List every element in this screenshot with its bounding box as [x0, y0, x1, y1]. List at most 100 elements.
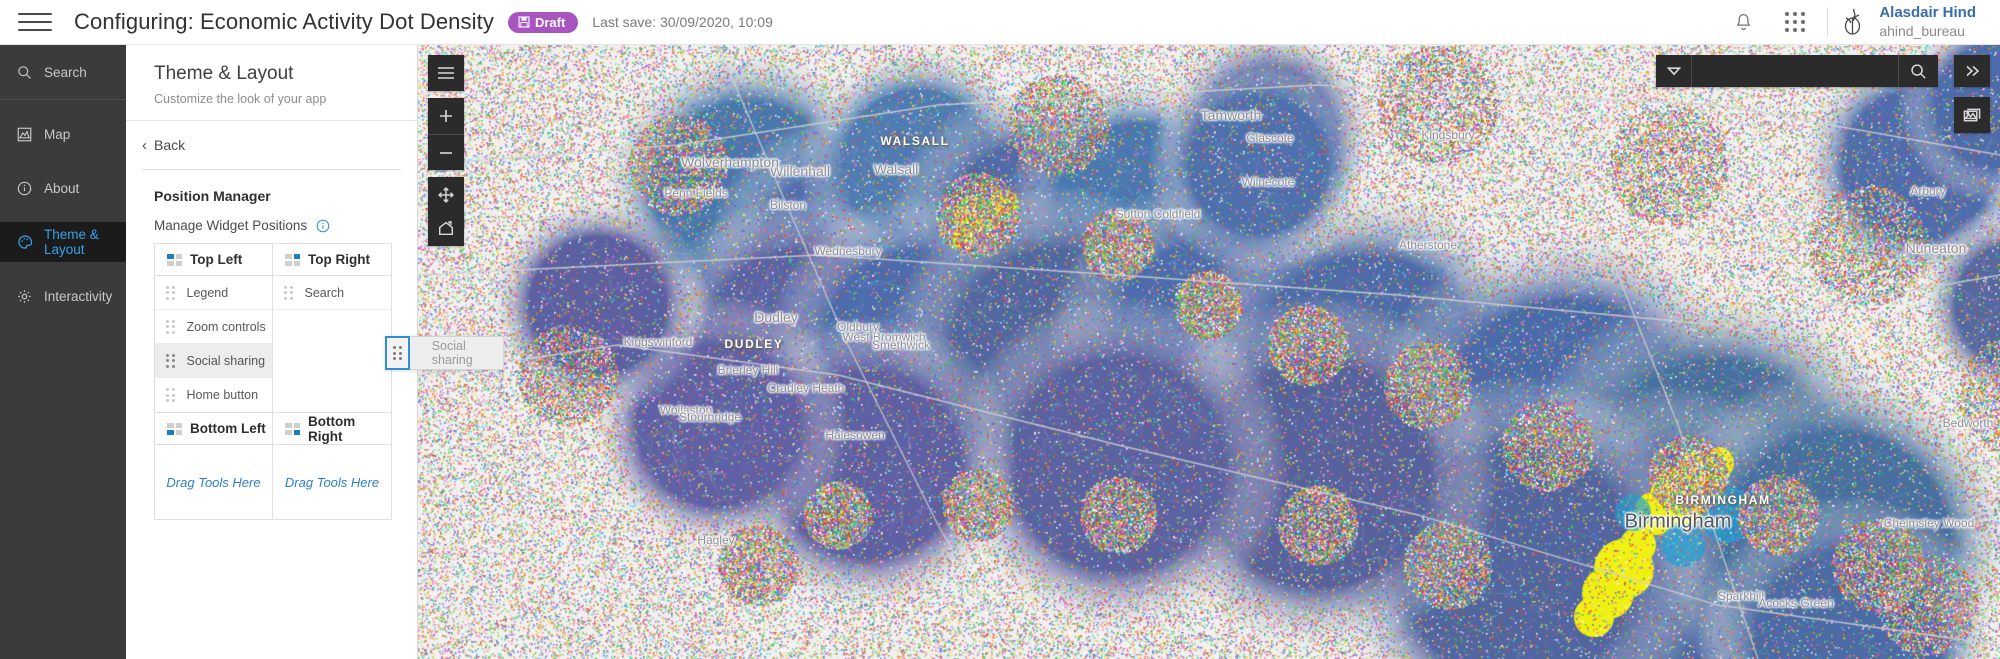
- widget-item-label: Social sharing: [186, 353, 266, 368]
- quadrant-header: Bottom Left: [155, 413, 272, 445]
- back-label: Back: [154, 137, 186, 153]
- search-icon[interactable]: [1898, 55, 1938, 87]
- save-disk-icon: [518, 16, 530, 28]
- back-button[interactable]: ‹ Back: [126, 121, 417, 169]
- drag-handle-active-icon[interactable]: [385, 336, 410, 370]
- sidebar-item-label: Map: [44, 126, 71, 142]
- info-icon: [16, 180, 33, 197]
- drop-zone-label: Drag Tools Here: [166, 474, 261, 490]
- sidebar-item-theme-layout[interactable]: Theme & Layout: [0, 222, 126, 262]
- quadrant-bottom-left: Bottom Left Drag Tools Here: [155, 413, 273, 519]
- sidebar-item-about[interactable]: About: [0, 168, 126, 208]
- quadrant-label: Top Right: [308, 252, 370, 267]
- app-root: Configuring: Economic Activity Dot Densi…: [0, 0, 2000, 659]
- left-nav: Search Map About Theme & Layout Interact…: [0, 45, 126, 659]
- position-manager-grid: Top Left Legend Zoom controls Social sha…: [154, 243, 392, 520]
- quadrant-header: Top Left: [155, 244, 272, 276]
- quadrant-top-left-icon: [167, 253, 182, 266]
- top-bar-right: Alasdair Hind ahind_bureau: [1717, 0, 2000, 44]
- quadrant-bottom-left-icon: [167, 422, 182, 435]
- quadrant-header: Top Right: [273, 244, 391, 276]
- position-manager-subtitle-row: Manage Widget Positions: [126, 204, 417, 243]
- panel-title: Theme & Layout: [154, 63, 294, 84]
- panel-header: Theme & Layout Customize the look of you…: [126, 45, 417, 120]
- map-icon: [16, 126, 33, 143]
- avatar[interactable]: Alasdair Hind ahind_bureau: [1834, 4, 2000, 40]
- bell-icon[interactable]: [1717, 0, 1769, 45]
- sidebar-item-interactivity[interactable]: Interactivity: [0, 276, 126, 316]
- toolbar-divider: [1827, 7, 1829, 37]
- widget-item-social-sharing[interactable]: Social sharing: [155, 344, 272, 378]
- position-manager-subtitle: Manage Widget Positions: [154, 218, 308, 233]
- search-icon: [16, 64, 33, 81]
- gear-icon: [16, 288, 33, 305]
- widget-item-home-button[interactable]: Home button: [155, 378, 272, 412]
- home-icon[interactable]: [428, 210, 464, 246]
- quadrant-drop-area[interactable]: [273, 310, 391, 412]
- widget-item-legend[interactable]: Legend: [155, 276, 272, 310]
- chevron-down-icon[interactable]: [1656, 55, 1692, 87]
- sidebar-item-label: Theme & Layout: [44, 227, 99, 257]
- widget-item-zoom-controls[interactable]: Zoom controls: [155, 310, 272, 344]
- grid-apps-icon[interactable]: [1769, 0, 1821, 45]
- drag-handle-icon[interactable]: [166, 319, 175, 334]
- bureau-logo-icon: [1845, 8, 1861, 35]
- user-handle: ahind_bureau: [1879, 22, 1965, 39]
- drag-handle-icon[interactable]: [166, 353, 175, 368]
- sidebar-item-label: Search: [44, 64, 87, 80]
- position-grid-bottom-row: Bottom Left Drag Tools Here Bottom Right: [155, 412, 391, 519]
- info-circle-icon[interactable]: [316, 219, 330, 233]
- widget-item-label: Zoom controls: [186, 319, 266, 334]
- drop-zone-bottom-right[interactable]: Drag Tools Here: [273, 445, 391, 519]
- user-name: Alasdair Hind: [1879, 3, 1976, 21]
- widget-item-label: Home button: [186, 388, 259, 402]
- dot-density-layer: [418, 45, 2000, 659]
- user-text: Alasdair Hind ahind_bureau: [1879, 4, 1976, 40]
- search-input[interactable]: [1692, 55, 1898, 87]
- widget-item-label: Legend: [186, 285, 229, 300]
- hamburger-icon[interactable]: [18, 11, 52, 33]
- legend-hamburger-icon[interactable]: [428, 55, 464, 91]
- widget-item-search[interactable]: Search: [273, 276, 391, 310]
- status-badge-label: Draft: [534, 14, 566, 30]
- drag-handle-icon[interactable]: [284, 285, 293, 300]
- drop-zone-bottom-left[interactable]: Drag Tools Here: [155, 445, 272, 519]
- quadrant-label: Bottom Left: [190, 421, 266, 436]
- panel-subtitle: Customize the look of your app: [154, 92, 327, 106]
- status-badge: Draft: [507, 11, 579, 33]
- zoom-in-button[interactable]: [428, 98, 464, 134]
- sidebar-item-search[interactable]: Search: [0, 53, 126, 91]
- zoom-out-button[interactable]: [428, 134, 464, 170]
- sidebar-item-label: Interactivity: [44, 288, 113, 304]
- grid-apps-dots: [1785, 12, 1806, 32]
- quadrant-top-right-icon: [285, 253, 300, 266]
- basemap-gallery-icon[interactable]: [1954, 97, 1990, 133]
- map-search-widget[interactable]: [1656, 55, 1938, 87]
- position-manager-title: Position Manager: [154, 188, 271, 204]
- top-bar: Configuring: Economic Activity Dot Densi…: [0, 0, 2000, 45]
- widget-item-label: Search: [304, 285, 345, 300]
- page-title: Configuring: Economic Activity Dot Densi…: [74, 9, 494, 34]
- drag-handle-icon[interactable]: [166, 285, 175, 300]
- quadrant-bottom-right: Bottom Right Drag Tools Here: [273, 413, 391, 519]
- config-panel: Theme & Layout Customize the look of you…: [126, 45, 504, 659]
- pan-arrows-icon[interactable]: [428, 177, 464, 213]
- chevron-double-right-icon[interactable]: [1954, 55, 1990, 87]
- last-save-text: Last save: 30/09/2020, 10:09: [592, 14, 773, 30]
- quadrant-label: Bottom Right: [308, 413, 356, 444]
- palette-icon: [16, 234, 33, 251]
- quadrant-bottom-right-icon: [285, 422, 300, 435]
- quadrant-header: Bottom Right: [273, 413, 391, 445]
- map-view[interactable]: Tamworth Glascote Wilnecote Atherstone Nunea…: [418, 45, 2000, 659]
- quadrant-top-right: Top Right Search: [273, 244, 391, 412]
- quadrant-label: Top Left: [190, 252, 243, 267]
- drag-handle-icon[interactable]: [166, 388, 175, 402]
- sidebar-item-map[interactable]: Map: [0, 114, 126, 154]
- chevron-left-icon: ‹: [142, 136, 147, 154]
- zoom-controls[interactable]: [428, 98, 464, 170]
- sidebar-item-label: About: [44, 180, 80, 196]
